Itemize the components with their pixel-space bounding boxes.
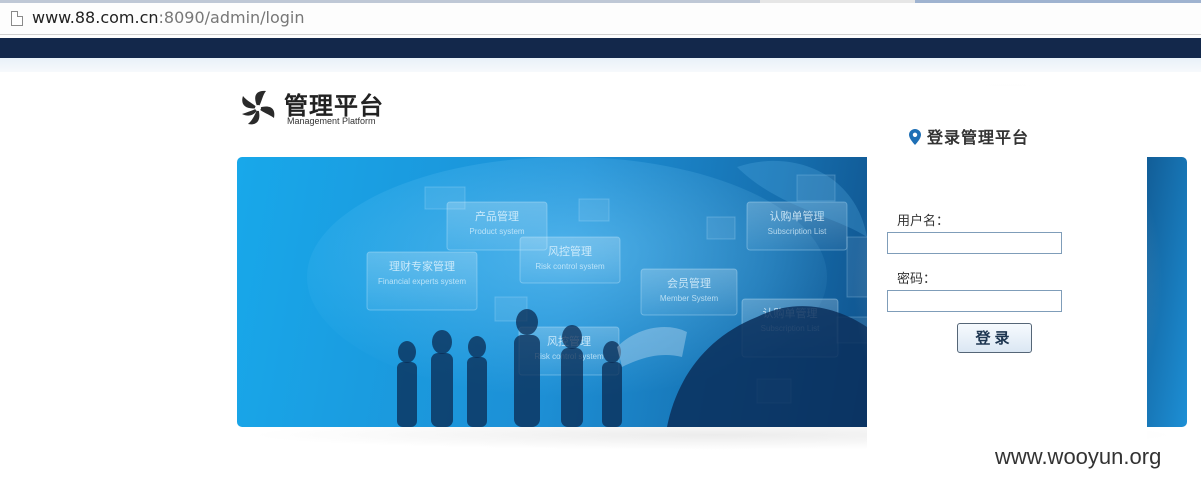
browser-address-bar: www.88.com.cn:8090/admin/login bbox=[0, 0, 1201, 38]
url-path: :8090/admin/login bbox=[158, 8, 305, 27]
banner-tile-title: 理财专家管理 bbox=[389, 259, 455, 273]
logo-subtitle: Management Platform bbox=[287, 116, 376, 126]
password-label: 密码： bbox=[897, 272, 937, 287]
username-input[interactable] bbox=[887, 232, 1062, 254]
login-button[interactable]: 登录 bbox=[957, 323, 1032, 353]
url-host: www.88.com.cn bbox=[32, 8, 159, 27]
banner-tile-subtitle: Financial experts system bbox=[378, 277, 466, 286]
login-heading-text: 登录管理平台 bbox=[927, 128, 1030, 147]
banner-tile: 风控管理 Risk control system bbox=[519, 236, 621, 284]
banner-tile-subtitle: Risk control system bbox=[535, 262, 605, 271]
tab-strip-edge bbox=[0, 0, 1201, 3]
banner-tile-subtitle: Product system bbox=[469, 227, 524, 236]
banner-tile: 会员管理 Member System bbox=[640, 268, 738, 316]
banner-tile-title: 产品管理 bbox=[475, 209, 519, 223]
login-heading: 登录管理平台 bbox=[909, 124, 1029, 148]
banner-tile-title: 风控管理 bbox=[548, 244, 592, 258]
banner-tile-title: 会员管理 bbox=[667, 276, 711, 290]
banner-tile-subtitle: Subscription List bbox=[768, 227, 827, 236]
map-pin-icon bbox=[909, 129, 921, 145]
username-label: 用户名： bbox=[897, 214, 950, 229]
header-gradient-strip bbox=[0, 58, 1201, 72]
login-page: www.88.com.cn:8090/admin/login 管理平台 Mana… bbox=[0, 0, 1201, 487]
password-input[interactable] bbox=[887, 290, 1062, 312]
banner-tile: 理财专家管理 Financial experts system bbox=[366, 251, 478, 311]
pinwheel-logo-icon bbox=[242, 90, 275, 125]
banner-tile-subtitle: Member System bbox=[660, 294, 719, 303]
page-icon bbox=[11, 11, 23, 26]
url-field[interactable]: www.88.com.cn:8090/admin/login bbox=[32, 8, 305, 27]
top-navy-strip bbox=[0, 38, 1201, 58]
site-logo: 管理平台 Management Platform bbox=[238, 86, 398, 130]
login-panel: 登录管理平台 用户名： 密码： 登录 bbox=[867, 86, 1147, 487]
watermark-text: www.wooyun.org bbox=[995, 444, 1162, 469]
